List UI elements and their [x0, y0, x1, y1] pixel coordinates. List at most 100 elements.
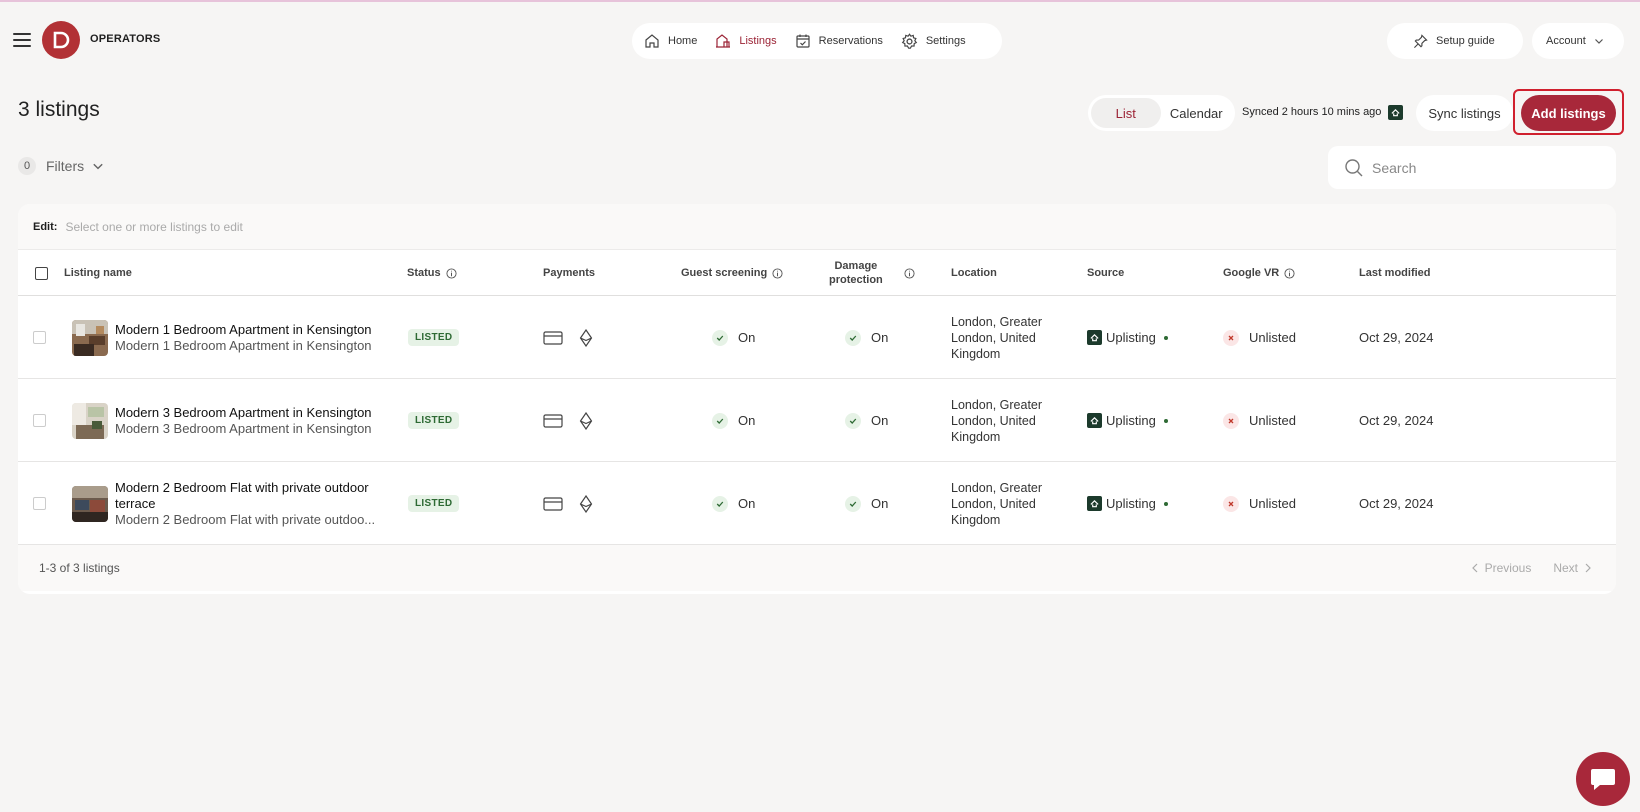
guest-screening-value: On	[738, 413, 756, 428]
col-google-label: Google VR	[1223, 267, 1280, 279]
damage-protection-cell: On	[845, 379, 888, 462]
status-badge: LISTED	[408, 412, 460, 429]
select-all-cell	[35, 250, 48, 296]
view-calendar-button[interactable]: Calendar	[1161, 98, 1233, 128]
nav-settings[interactable]: Settings	[901, 32, 966, 50]
info-icon[interactable]	[446, 267, 457, 279]
payments-cell	[543, 379, 593, 462]
setup-guide-label: Setup guide	[1436, 35, 1495, 47]
guest-screening-cell: On	[712, 379, 755, 462]
nav-settings-label: Settings	[925, 35, 966, 47]
check-icon	[845, 329, 861, 346]
next-page-button[interactable]: Next	[1553, 561, 1598, 575]
guest-screening-cell: On	[712, 462, 755, 545]
sync-status: Synced 2 hours 10 mins ago	[1242, 106, 1382, 118]
damage-protection-value: On	[871, 330, 889, 345]
col-damage-label-2: protection	[829, 274, 883, 286]
brand-logo[interactable]	[42, 21, 80, 59]
previous-label: Previous	[1484, 561, 1532, 575]
previous-page-button[interactable]: Previous	[1465, 561, 1532, 575]
col-status[interactable]: Status	[407, 250, 457, 296]
search-input[interactable]	[1372, 159, 1592, 176]
google-vr-value: Unlisted	[1249, 413, 1296, 428]
view-toggle: List Calendar	[1088, 95, 1235, 131]
col-source: Source	[1087, 267, 1125, 279]
check-icon	[712, 495, 728, 512]
source-cell: Uplisting	[1087, 296, 1168, 379]
brand-name: OPERATORS	[90, 33, 161, 45]
nav-listings-label: Listings	[739, 35, 777, 47]
listing-title[interactable]: Modern 1 Bedroom Apartment in Kensington	[115, 322, 377, 338]
row-checkbox[interactable]	[33, 497, 46, 510]
table-row[interactable]: Modern 1 Bedroom Apartment in Kensington…	[18, 296, 1616, 379]
listings-icon	[716, 34, 731, 48]
credit-card-icon	[543, 413, 563, 428]
edit-label: Edit:	[33, 220, 58, 233]
calendar-check-icon	[796, 34, 810, 48]
source-value: Uplisting	[1106, 496, 1156, 511]
last-modified-cell: Oct 29, 2024	[1359, 413, 1434, 428]
col-damage-info	[904, 250, 915, 296]
filters-button[interactable]: Filters	[46, 158, 104, 174]
info-icon[interactable]	[772, 267, 783, 279]
last-modified-cell: Oct 29, 2024	[1359, 330, 1434, 345]
setup-guide-button[interactable]: Setup guide	[1387, 23, 1523, 59]
location-value: London, Greater London, United Kingdom	[951, 314, 1043, 361]
listings-table-card: Edit: Select one or more listings to edi…	[18, 204, 1616, 594]
listing-subtitle: Modern 2 Bedroom Flat with private outdo…	[115, 511, 376, 527]
filter-count-badge: 0	[18, 157, 36, 175]
menu-icon[interactable]	[13, 33, 31, 47]
listing-name-cell: Modern 2 Bedroom Flat with private outdo…	[115, 462, 377, 545]
check-icon	[712, 412, 728, 429]
nav-home[interactable]: Home	[644, 33, 697, 49]
col-payments: Payments	[543, 267, 595, 279]
top-nav: Home Listings Reservations Settings	[632, 23, 1002, 59]
location-cell: London, Greater London, United Kingdom	[951, 296, 1061, 379]
row-select-cell	[33, 296, 46, 379]
google-vr-cell: Unlisted	[1223, 296, 1296, 379]
sync-listings-button[interactable]: Sync listings	[1416, 95, 1513, 131]
status-cell: LISTED	[408, 296, 460, 379]
listing-subtitle: Modern 1 Bedroom Apartment in Kensington	[115, 337, 372, 353]
guest-screening-value: On	[738, 496, 756, 511]
listing-thumbnail[interactable]	[72, 379, 108, 462]
nav-listings[interactable]: Listings	[715, 33, 777, 49]
nav-reservations[interactable]: Reservations	[795, 33, 883, 49]
info-icon[interactable]	[1284, 267, 1295, 279]
col-damage-protection: Damage protection	[829, 250, 883, 296]
google-vr-cell: Unlisted	[1223, 462, 1296, 545]
listing-thumbnail[interactable]	[72, 462, 108, 545]
col-guest-screening: Guest screening	[681, 250, 783, 296]
col-last-modified[interactable]: Last modified	[1359, 250, 1431, 296]
location-cell: London, Greater London, United Kingdom	[951, 462, 1061, 545]
close-icon	[1223, 412, 1239, 429]
table-row[interactable]: Modern 2 Bedroom Flat with private outdo…	[18, 462, 1616, 545]
source-cell: Uplisting	[1087, 462, 1168, 545]
status-dot	[1163, 335, 1168, 340]
info-icon[interactable]	[904, 267, 915, 279]
col-damage-label-1: Damage	[834, 260, 878, 272]
account-label: Account	[1546, 35, 1586, 47]
google-vr-value: Unlisted	[1249, 330, 1296, 345]
table-row[interactable]: Modern 3 Bedroom Apartment in Kensington…	[18, 379, 1616, 462]
view-list-button[interactable]: List	[1091, 98, 1161, 128]
credit-card-icon	[543, 330, 563, 345]
listing-thumbnail[interactable]	[72, 296, 108, 379]
listing-title[interactable]: Modern 2 Bedroom Flat with private outdo…	[115, 480, 377, 512]
chat-bubble-icon	[1591, 769, 1615, 790]
row-select-cell	[33, 379, 46, 462]
ethereum-icon	[579, 328, 593, 347]
damage-protection-value: On	[871, 413, 889, 428]
col-listing-name[interactable]: Listing name	[64, 250, 132, 296]
select-all-checkbox[interactable]	[35, 266, 48, 280]
listing-title[interactable]: Modern 3 Bedroom Apartment in Kensington	[115, 405, 377, 421]
status-dot	[1163, 501, 1168, 506]
damage-protection-cell: On	[845, 462, 888, 545]
status-cell: LISTED	[408, 462, 460, 545]
chat-button[interactable]	[1576, 752, 1630, 806]
row-checkbox[interactable]	[33, 414, 46, 427]
account-menu[interactable]: Account	[1532, 23, 1624, 59]
col-screening-label: Guest screening	[681, 267, 768, 279]
add-listings-button[interactable]: Add listings	[1521, 95, 1616, 131]
row-checkbox[interactable]	[33, 331, 46, 344]
